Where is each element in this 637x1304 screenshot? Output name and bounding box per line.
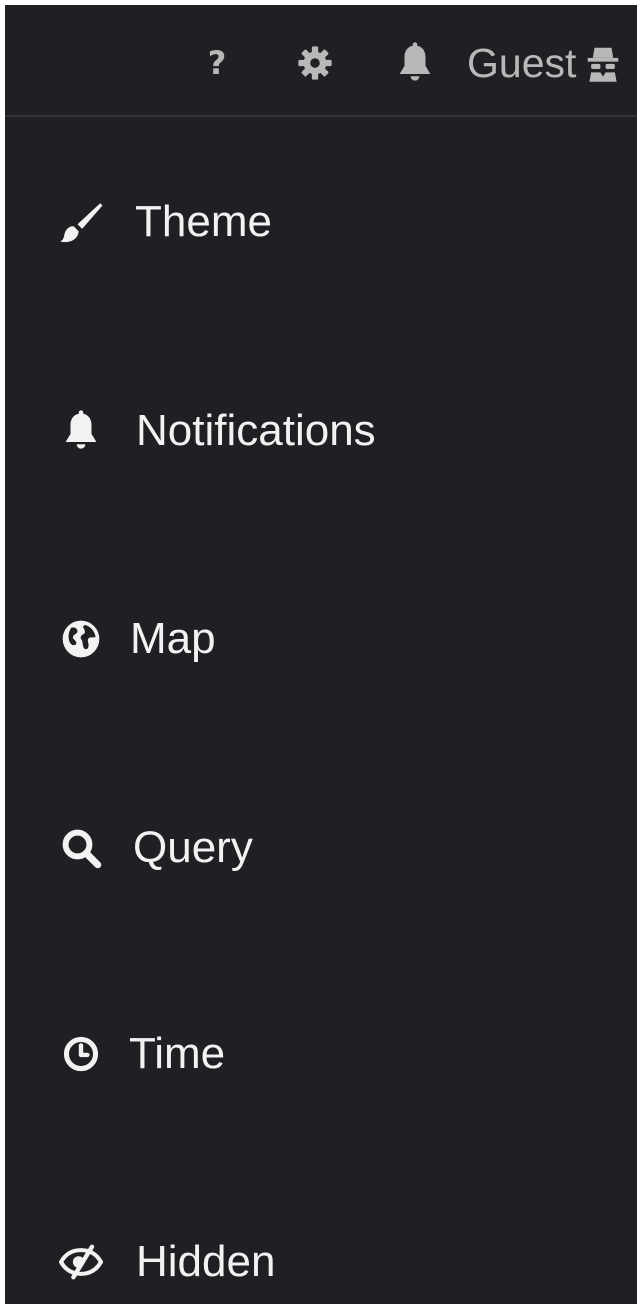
search-icon (57, 824, 105, 872)
menu-item-hidden[interactable]: Hidden (5, 1207, 637, 1304)
paintbrush-icon (57, 198, 105, 246)
menu-item-label: Theme (135, 197, 272, 246)
bell-icon (57, 407, 105, 455)
menu-item-theme[interactable]: Theme (5, 167, 637, 277)
menu-item-label: Query (133, 823, 253, 872)
help-icon[interactable]: ? (197, 43, 237, 83)
menu-item-label: Notifications (136, 406, 376, 455)
clock-icon (57, 1030, 105, 1078)
user-menu-button[interactable]: Guest (467, 35, 620, 91)
menu-item-query[interactable]: Query (5, 793, 637, 903)
menu-item-label: Hidden (136, 1237, 276, 1286)
menu-item-label: Map (130, 614, 216, 663)
incognito-user-icon (586, 43, 620, 83)
menu-item-notifications[interactable]: Notifications (5, 376, 637, 486)
menu-item-label: Time (129, 1029, 226, 1078)
top-bar: ? Guest (5, 5, 637, 117)
menu-item-time[interactable]: Time (5, 999, 637, 1109)
globe-icon (57, 615, 105, 663)
gear-icon[interactable] (295, 43, 335, 83)
eye-slash-icon (57, 1238, 105, 1286)
bell-icon[interactable] (395, 42, 435, 83)
app-panel: ? Guest Theme Notifications Map Query Ti… (5, 5, 637, 1304)
user-name: Guest (467, 40, 577, 86)
menu-item-map[interactable]: Map (5, 584, 637, 694)
